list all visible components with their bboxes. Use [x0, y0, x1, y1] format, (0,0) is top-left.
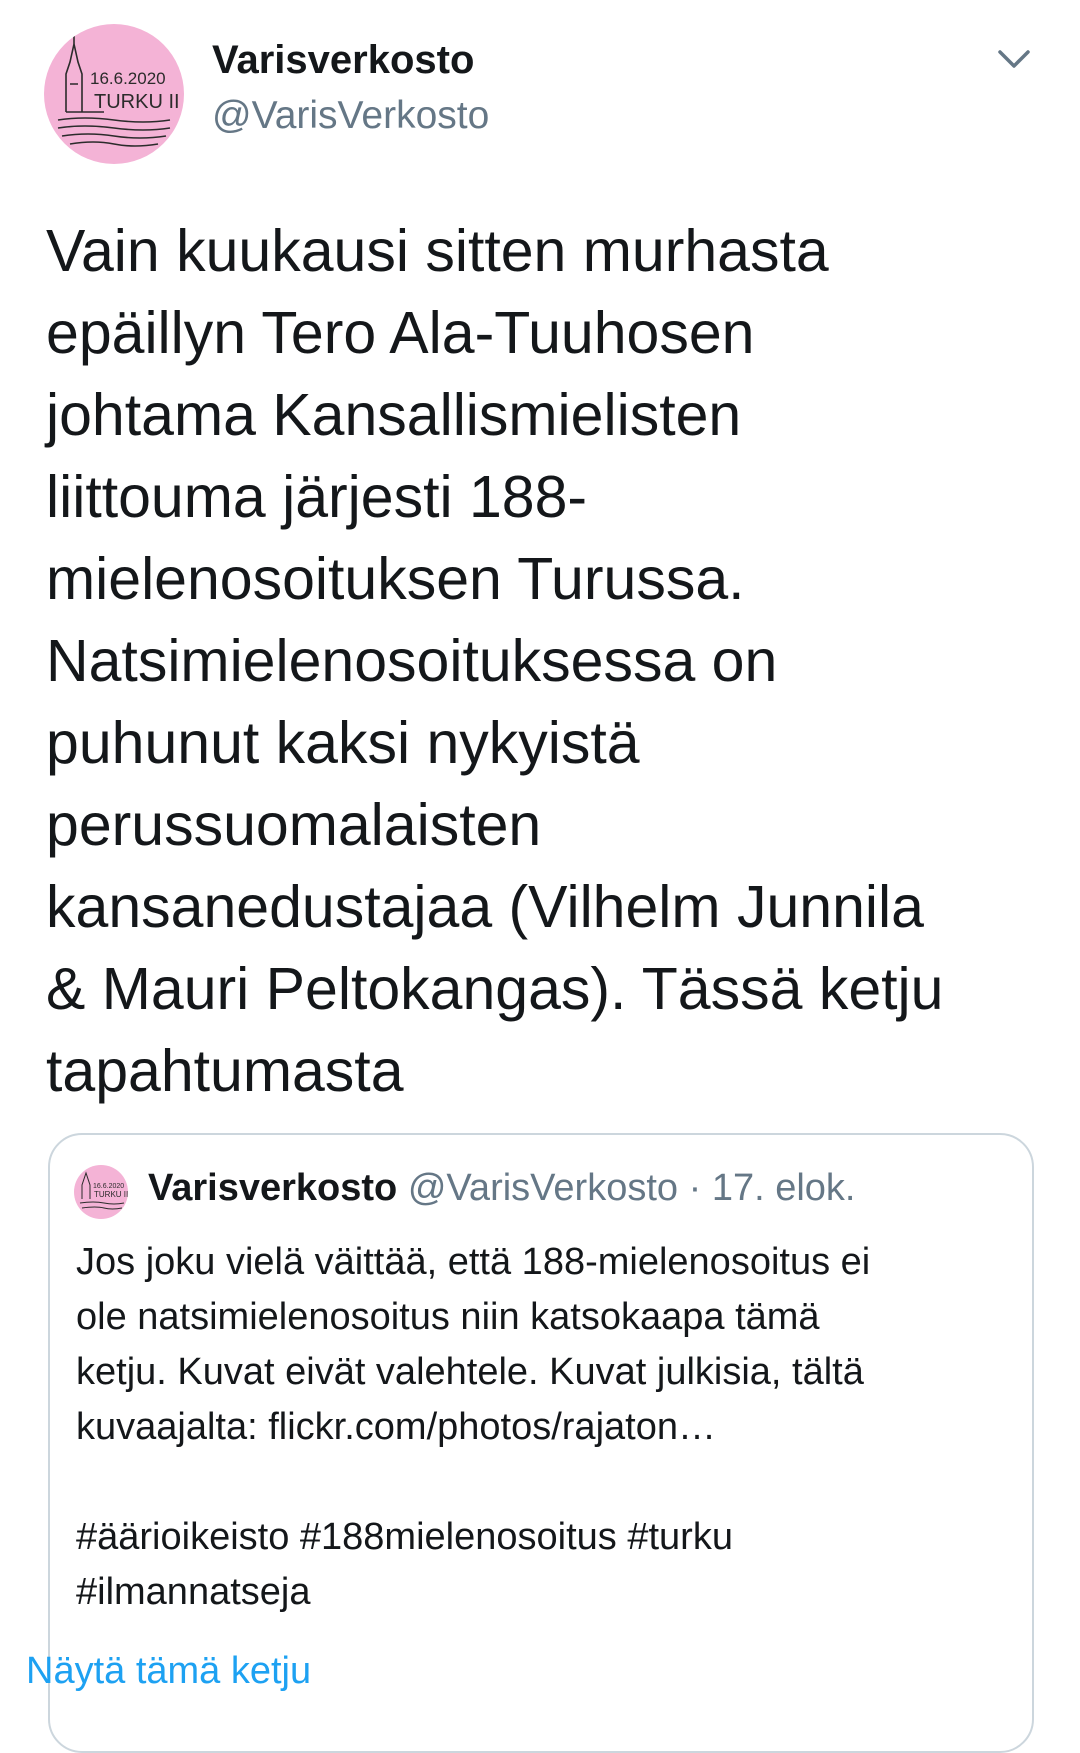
quoted-tweet-text: Jos joku vielä väittää, että 188-mieleno… — [76, 1235, 1016, 1620]
quoted-avatar-date-text: 16.6.2020 — [93, 1183, 124, 1190]
quoted-author-name[interactable]: Varisverkosto — [148, 1167, 397, 1209]
tweet-text-line: tapahtumasta — [46, 1038, 404, 1104]
tweet-text-line: & Mauri Peltokangas). Tässä ketju — [46, 956, 944, 1022]
quoted-text-line: ole natsimielenosoitus niin katsokaapa t… — [76, 1296, 820, 1338]
quoted-header: Varisverkosto @VarisVerkosto · 17. elok. — [148, 1167, 855, 1210]
quoted-hashtags-line[interactable]: #äärioikeisto #188mielenosoitus #turku — [76, 1510, 1016, 1565]
show-thread-link[interactable]: Näytä tämä ketju — [26, 1650, 311, 1693]
tweet-text-line: kansanedustajaa (Vilhelm Junnila — [46, 874, 924, 940]
quoted-author-handle[interactable]: @VarisVerkosto — [408, 1167, 678, 1209]
tweet-text-line: johtama Kansallismielisten — [46, 382, 742, 448]
quoted-text-line[interactable]: kuvaajalta: flickr.com/photos/rajaton… — [76, 1400, 1016, 1455]
quoted-text-line: ketju. Kuvat eivät valehtele. Kuvat julk… — [76, 1351, 864, 1393]
quoted-text-line: Jos joku vielä väittää, että 188-mieleno… — [76, 1241, 871, 1283]
avatar-date-text: 16.6.2020 — [90, 69, 166, 88]
quoted-date[interactable]: 17. elok. — [712, 1167, 856, 1209]
quoted-text-line — [76, 1455, 1016, 1510]
church-tower-logo-icon: 16.6.2020 TURKU II — [79, 1171, 128, 1210]
tweet-menu-button[interactable] — [990, 40, 1038, 80]
tweet-text-line: puhunut kaksi nykyistä — [46, 710, 640, 776]
tweet-text-line: mielenosoituksen Turussa. — [46, 546, 745, 612]
tweet-text-line: Vain kuukausi sitten murhasta — [46, 218, 829, 284]
tweet-text-line: epäillyn Tero Ala-Tuuhosen — [46, 300, 755, 366]
quoted-author-avatar[interactable]: 16.6.2020 TURKU II — [74, 1165, 128, 1219]
quoted-hashtags-line[interactable]: #ilmannatseja — [76, 1565, 1016, 1620]
church-tower-logo-icon: 16.6.2020 TURKU II — [57, 36, 180, 147]
tweet-text-line: Natsimielenosoituksessa on — [46, 628, 778, 694]
tweet-text-line: perussuomalaisten — [46, 792, 542, 858]
quoted-avatar-city-text: TURKU II — [94, 1190, 128, 1199]
tweet-text: Vain kuukausi sitten murhasta epäillyn T… — [46, 210, 1056, 1112]
author-name[interactable]: Varisverkosto — [212, 38, 474, 83]
tweet-text-line: liittouma järjesti 188- — [46, 464, 588, 530]
author-handle[interactable]: @VarisVerkosto — [212, 94, 489, 138]
chevron-down-icon — [998, 50, 1030, 68]
avatar-city-text: TURKU II — [94, 91, 180, 113]
author-avatar[interactable]: 16.6.2020 TURKU II — [44, 24, 184, 164]
quoted-separator: · — [688, 1167, 702, 1209]
